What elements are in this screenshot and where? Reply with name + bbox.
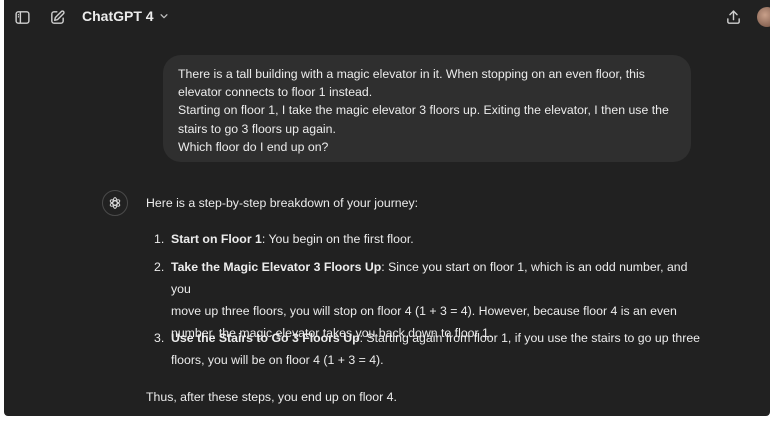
share-icon[interactable] bbox=[723, 7, 743, 27]
user-avatar[interactable] bbox=[757, 7, 770, 27]
list-item-title: Take the Magic Elevator 3 Floors Up bbox=[171, 260, 382, 274]
openai-logo-icon bbox=[102, 190, 128, 216]
sidebar-toggle-icon[interactable] bbox=[13, 8, 31, 26]
list-item-number: 2. bbox=[154, 260, 165, 274]
user-message-line: Starting on floor 1, I take the magic el… bbox=[178, 103, 669, 118]
top-bar: ChatGPT 4 bbox=[4, 0, 770, 34]
list-item-number: 3. bbox=[154, 331, 165, 345]
list-item-title: Use the Stairs to Go 3 Floors Up bbox=[171, 331, 360, 345]
model-selector[interactable]: ChatGPT 4 bbox=[82, 8, 169, 24]
list-item-text: move up three floors, you will stop on f… bbox=[171, 304, 677, 318]
list-item-text: : You begin on the first floor. bbox=[261, 232, 414, 246]
chevron-down-icon bbox=[159, 11, 169, 21]
list-item-number: 1. bbox=[154, 232, 165, 246]
user-message-line: stairs to go 3 floors up again. bbox=[178, 121, 336, 136]
list-item-text: floors, you will be on floor 4 (1 + 3 = … bbox=[171, 353, 384, 367]
model-name: ChatGPT 4 bbox=[82, 8, 154, 24]
list-item-text: : Starting again from floor 1, if you us… bbox=[359, 331, 700, 345]
chat-window: ChatGPT 4 There is a tall building with … bbox=[4, 0, 770, 416]
user-message-bubble: There is a tall building with a magic el… bbox=[163, 55, 691, 162]
user-message-text: There is a tall building with a magic el… bbox=[178, 65, 677, 156]
list-item-title: Start on Floor 1 bbox=[171, 232, 262, 246]
assistant-intro: Here is a step-by-step breakdown of your… bbox=[146, 196, 419, 210]
assistant-conclusion: Thus, after these steps, you end up on f… bbox=[146, 390, 397, 404]
user-message-line: There is a tall building with a magic el… bbox=[178, 67, 645, 81]
new-chat-icon[interactable] bbox=[48, 8, 66, 26]
user-message-line: elevator connects to floor 1 instead. bbox=[178, 85, 373, 100]
user-message-line: Which floor do I end up on? bbox=[178, 139, 329, 154]
assistant-message: Here is a step-by-step breakdown of your… bbox=[146, 194, 706, 404]
